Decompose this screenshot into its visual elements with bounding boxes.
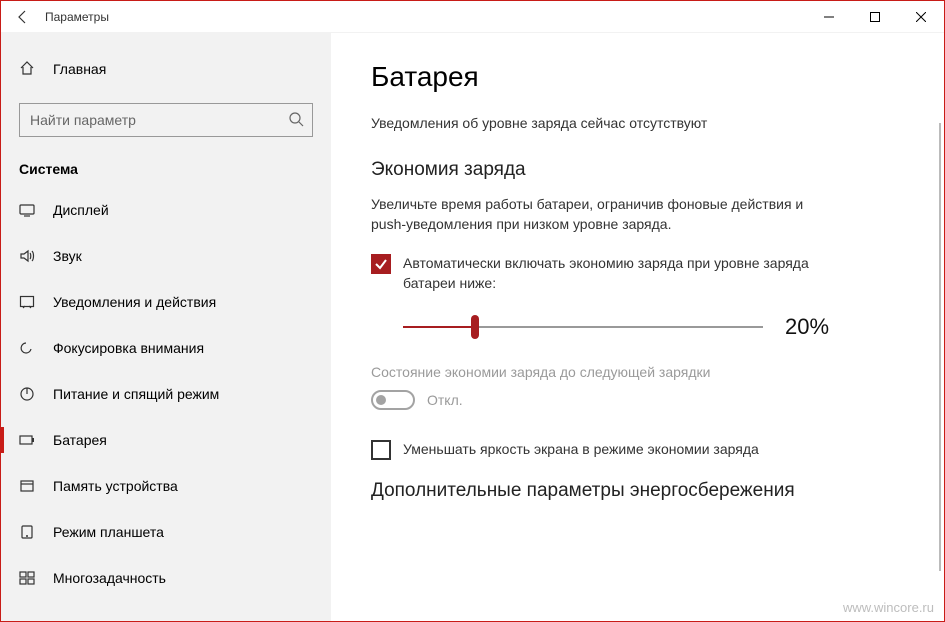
main-content: Батарея Уведомления об уровне заряда сей… <box>331 33 944 621</box>
search-icon <box>288 111 304 130</box>
page-title: Батарея <box>371 61 904 93</box>
sidebar-group-label: Система <box>1 155 331 187</box>
slider-value: 20% <box>785 314 829 340</box>
sidebar-item-label: Режим планшета <box>53 524 164 540</box>
battery-notice: Уведомления об уровне заряда сейчас отсу… <box>371 113 851 133</box>
until-next-charge-label: Состояние экономии заряда до следующей з… <box>371 364 904 380</box>
sound-icon <box>19 248 35 264</box>
search-box[interactable] <box>19 103 313 137</box>
slider-fill <box>403 326 475 328</box>
sidebar-home-label: Главная <box>53 61 106 77</box>
sidebar-item-notifications[interactable]: Уведомления и действия <box>1 279 331 325</box>
battery-icon <box>19 432 35 448</box>
section-header-saver: Экономия заряда <box>371 159 904 181</box>
notifications-icon <box>19 294 35 310</box>
sidebar: Главная Система Дисплей Звук Уведомления и… <box>1 33 331 621</box>
sidebar-item-label: Батарея <box>53 432 107 448</box>
sidebar-item-multitasking[interactable]: Многозадачность <box>1 555 331 601</box>
sidebar-item-label: Дисплей <box>53 202 109 218</box>
titlebar: Параметры <box>1 1 944 33</box>
power-icon <box>19 386 35 402</box>
saver-description: Увеличьте время работы батареи, ограничи… <box>371 195 831 234</box>
tablet-icon <box>19 524 35 540</box>
back-button[interactable] <box>1 1 45 33</box>
sidebar-item-tablet[interactable]: Режим планшета <box>1 509 331 555</box>
dim-checkbox[interactable] <box>371 440 391 460</box>
scroll-indicator[interactable] <box>939 123 941 571</box>
sidebar-item-sound[interactable]: Звук <box>1 233 331 279</box>
window-body: Главная Система Дисплей Звук Уведомления и… <box>1 33 944 621</box>
threshold-slider[interactable] <box>403 315 763 339</box>
minimize-button[interactable] <box>806 1 852 33</box>
focus-icon <box>19 340 35 356</box>
slider-thumb[interactable] <box>471 315 479 339</box>
toggle-state: Откл. <box>427 392 463 408</box>
auto-enable-checkbox[interactable] <box>371 254 391 274</box>
sidebar-item-focus[interactable]: Фокусировка внимания <box>1 325 331 371</box>
sidebar-item-label: Питание и спящий режим <box>53 386 219 402</box>
threshold-slider-row: 20% <box>371 314 904 340</box>
sidebar-item-label: Уведомления и действия <box>53 294 216 310</box>
toggle-row: Откл. <box>371 390 904 410</box>
auto-enable-row: Автоматически включать экономию заряда п… <box>371 254 831 293</box>
storage-icon <box>19 478 35 494</box>
settings-window: Параметры Главная <box>0 0 945 622</box>
auto-enable-label: Автоматически включать экономию заряда п… <box>403 254 831 293</box>
sidebar-item-power[interactable]: Питание и спящий режим <box>1 371 331 417</box>
search-input[interactable] <box>30 112 288 128</box>
saver-toggle[interactable] <box>371 390 415 410</box>
multitasking-icon <box>19 570 35 586</box>
home-icon <box>19 60 35 79</box>
window-controls <box>806 1 944 33</box>
sidebar-item-label: Фокусировка внимания <box>53 340 204 356</box>
close-button[interactable] <box>898 1 944 33</box>
sidebar-item-label: Звук <box>53 248 82 264</box>
window-title: Параметры <box>45 10 109 24</box>
display-icon <box>19 202 35 218</box>
dim-label: Уменьшать яркость экрана в режиме эконом… <box>403 440 759 460</box>
dim-row: Уменьшать яркость экрана в режиме эконом… <box>371 440 831 460</box>
sidebar-item-battery[interactable]: Батарея <box>1 417 331 463</box>
sidebar-home[interactable]: Главная <box>1 49 331 89</box>
section-header-more: Дополнительные параметры энергосбережени… <box>371 480 904 502</box>
sidebar-item-label: Память устройства <box>53 478 178 494</box>
toggle-knob <box>376 395 386 405</box>
sidebar-item-display[interactable]: Дисплей <box>1 187 331 233</box>
sidebar-item-label: Многозадачность <box>53 570 166 586</box>
watermark: www.wincore.ru <box>843 600 934 615</box>
maximize-button[interactable] <box>852 1 898 33</box>
sidebar-item-storage[interactable]: Память устройства <box>1 463 331 509</box>
sidebar-nav: Дисплей Звук Уведомления и действия Фокусир… <box>1 187 331 601</box>
